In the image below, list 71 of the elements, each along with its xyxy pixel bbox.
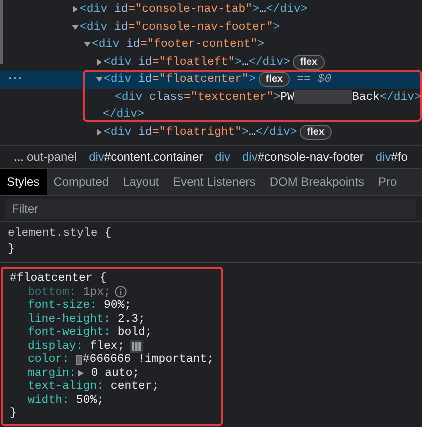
html-tag: <div class="textcenter">: [115, 88, 281, 106]
closing-tag: </div>: [266, 1, 308, 18]
close-brace: }: [8, 243, 15, 256]
expanded-triangle-icon[interactable]: [72, 24, 79, 31]
panel-tab[interactable]: Computed: [46, 169, 116, 195]
closing-tag: </div>: [103, 106, 144, 124]
closing-tag: </div>: [248, 54, 290, 71]
css-property-value[interactable]: 2.3;: [118, 312, 146, 326]
dom-node-row[interactable]: <div id="floatleft">…</div> flex: [0, 54, 422, 71]
open-brace: {: [104, 226, 112, 242]
collapsed-triangle-icon[interactable]: [96, 58, 103, 66]
flex-badge[interactable]: flex: [293, 54, 325, 70]
scrollbar[interactable]: [0, 0, 3, 64]
css-property-value[interactable]: #666666 !important;: [82, 353, 214, 366]
row-menu-dots[interactable]: •••: [8, 74, 22, 86]
filter-field[interactable]: Filter: [6, 198, 416, 218]
color-swatch[interactable]: [76, 354, 82, 365]
css-property-name[interactable]: color:: [28, 353, 70, 366]
rule-selector: #floatcenter: [10, 272, 93, 286]
css-property-name[interactable]: width:: [28, 394, 70, 407]
dom-node-row[interactable]: ••• <div id="floatcenter"> flex == $0: [0, 71, 422, 88]
css-property-name[interactable]: display:: [28, 340, 84, 353]
expand-triangle-icon[interactable]: [78, 370, 84, 377]
node-text: PW: [280, 90, 294, 106]
dom-node-row[interactable]: <div class="textcenter">PW Back</div>: [0, 88, 422, 106]
closing-tag: </div>: [256, 124, 298, 141]
css-property-value[interactable]: flex;: [90, 340, 125, 353]
dom-node-row[interactable]: <div id="console-nav-footer">: [0, 18, 422, 36]
close-brace: }: [10, 407, 17, 420]
expanded-triangle-icon[interactable]: [96, 76, 103, 84]
collapsed-triangle-icon[interactable]: [72, 6, 79, 14]
css-property-value[interactable]: 90%;: [104, 299, 132, 312]
css-property-name[interactable]: margin:: [28, 366, 76, 380]
panel-tab[interactable]: Styles: [0, 169, 47, 195]
dom-node-row[interactable]: <div id="footer-content">: [0, 36, 422, 54]
panel-tab[interactable]: Event Listeners: [166, 169, 263, 195]
html-tag: <div id="floatright">…: [104, 124, 256, 141]
html-tag: <div id="floatcenter">: [104, 71, 256, 88]
css-property-name[interactable]: text-align:: [28, 380, 104, 394]
open-brace: {: [100, 272, 107, 286]
flex-badge[interactable]: flex: [258, 72, 290, 88]
html-tag: <div id="floatleft">…: [104, 54, 249, 71]
html-tag: <div id="console-nav-tab">…: [80, 1, 266, 18]
rule-selector: element.style: [8, 226, 98, 242]
breadcrumb-item[interactable]: div#content.container: [89, 148, 204, 166]
node-text: Back: [352, 90, 380, 106]
css-property-name[interactable]: line-height:: [28, 312, 111, 326]
css-property-value[interactable]: 50%;: [76, 394, 104, 407]
breadcrumb-item[interactable]: div#console-nav-footer: [242, 148, 364, 166]
breadcrumb-item[interactable]: div#fo: [376, 148, 408, 166]
html-tag: <div id="footer-content">: [92, 36, 265, 54]
breadcrumb-item[interactable]: out-panel: [27, 148, 78, 166]
selected-marker: == $0: [297, 72, 332, 88]
dom-node-row[interactable]: <div id="floatright">…</div> flex: [0, 124, 422, 141]
css-property-value[interactable]: 0 auto;: [91, 366, 140, 380]
html-tag: <div id="console-nav-footer">: [80, 18, 280, 36]
collapsed-triangle-icon[interactable]: [96, 128, 103, 136]
flexbox-editor-icon[interactable]: [130, 340, 143, 353]
flex-badge[interactable]: flex: [300, 124, 332, 140]
expanded-triangle-icon[interactable]: [84, 41, 91, 48]
css-property-name[interactable]: font-size:: [28, 299, 98, 312]
panel-tab[interactable]: Pro: [372, 169, 404, 195]
dom-node-row[interactable]: <div id="console-nav-tab">…</div>: [0, 1, 422, 18]
panel-tab[interactable]: DOM Breakpoints: [262, 169, 372, 195]
panel-tab[interactable]: Layout: [116, 169, 166, 195]
css-property-name[interactable]: font-weight:: [28, 326, 111, 340]
css-property-value[interactable]: center;: [110, 380, 160, 394]
breadcrumb-item[interactable]: div: [215, 148, 230, 166]
more-crumbs-button[interactable]: ...: [14, 148, 24, 166]
css-property-value[interactable]: bold;: [118, 326, 152, 340]
closing-tag: </div>: [380, 88, 422, 106]
